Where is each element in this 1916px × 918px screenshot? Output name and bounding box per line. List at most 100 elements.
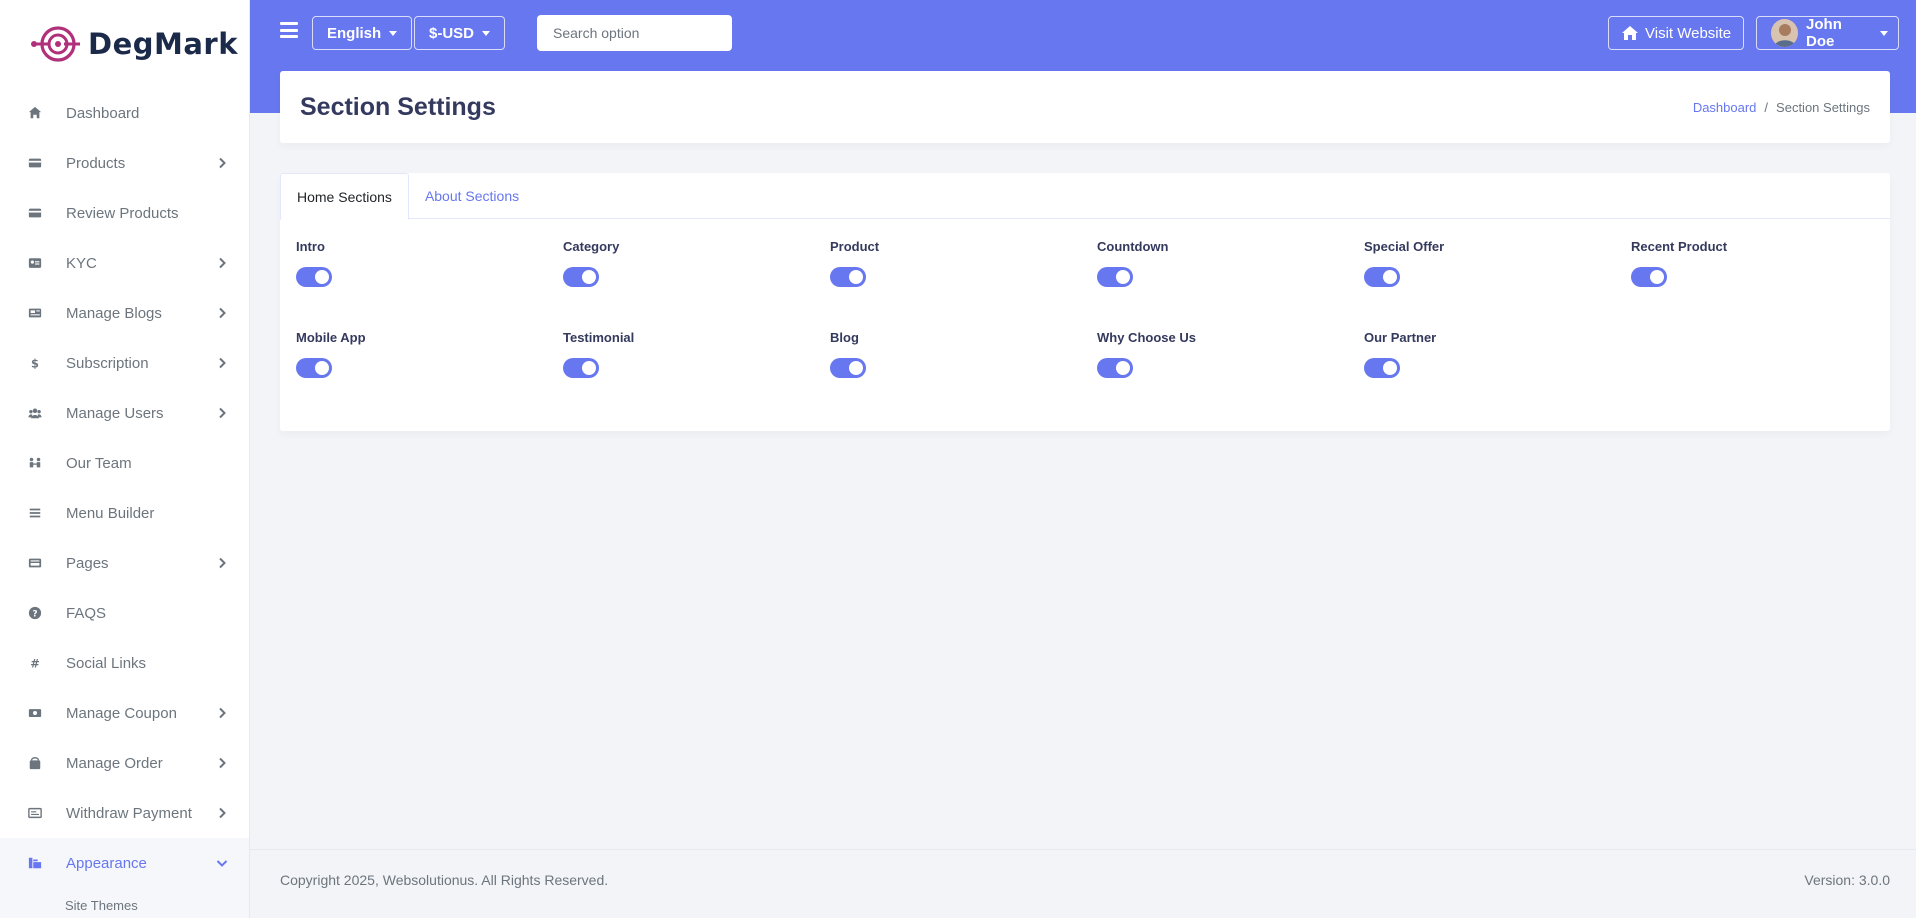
sidebar-item-our-team[interactable]: Our Team: [0, 438, 249, 488]
switch-knob: [315, 361, 329, 375]
sidebar-item-social-links[interactable]: # Social Links: [0, 638, 249, 688]
currency-dropdown[interactable]: $-USD: [414, 16, 506, 50]
visit-website-button[interactable]: Visit Website: [1608, 16, 1745, 50]
sidebar-item-manage-users[interactable]: Manage Users: [0, 388, 249, 438]
sidebar-item-label: Our Team: [66, 454, 132, 472]
section-toggle-label: Our Partner: [1364, 330, 1437, 345]
search-input[interactable]: [537, 15, 732, 51]
switch-knob: [1383, 361, 1397, 375]
visit-website-label: Visit Website: [1645, 24, 1732, 42]
sidebar: DegMark Dashboard Products Review Products…: [0, 0, 250, 918]
sidebar-item-label: Dashboard: [66, 104, 140, 122]
shopping-bag-icon: [27, 755, 43, 771]
chevron-right-icon: [219, 157, 226, 169]
sidebar-item-manage-blogs[interactable]: Manage Blogs: [0, 288, 249, 338]
currency-label: $-USD: [429, 24, 475, 42]
sidebar-item-appearance[interactable]: Appearance: [0, 838, 249, 888]
sidebar-item-withdraw-payment[interactable]: Withdraw Payment: [0, 788, 249, 838]
sidebar-item-manage-order[interactable]: Manage Order: [0, 738, 249, 788]
language-dropdown[interactable]: English: [312, 16, 413, 50]
product-switch[interactable]: [830, 267, 866, 287]
why-choose-us-switch[interactable]: [1097, 358, 1133, 378]
team-icon: [27, 455, 43, 471]
section-toggle-blog: Blog: [830, 330, 866, 378]
intro-switch[interactable]: [296, 267, 332, 287]
breadcrumb-separator: /: [1764, 99, 1769, 115]
sidebar-item-label: Menu Builder: [66, 504, 155, 522]
section-toggle-label: Why Choose Us: [1097, 330, 1196, 345]
breadcrumb: Dashboard / Section Settings: [1693, 100, 1870, 115]
svg-text:#: #: [30, 656, 40, 670]
sidebar-item-subscription[interactable]: $ Subscription: [0, 338, 249, 388]
section-toggle-countdown: Countdown: [1097, 239, 1168, 287]
chevron-right-icon: [219, 807, 226, 819]
sidebar-item-products[interactable]: Products: [0, 138, 249, 188]
switch-knob: [315, 270, 329, 284]
section-toggle-label: Product: [830, 239, 880, 254]
pages-icon: [27, 555, 43, 571]
question-circle-icon: ?: [27, 605, 43, 621]
sidebar-item-dashboard[interactable]: Dashboard: [0, 88, 249, 138]
switch-knob: [849, 361, 863, 375]
switch-knob: [1116, 270, 1130, 284]
sidebar-item-label: FAQS: [66, 604, 107, 622]
user-name: John Doe: [1806, 16, 1842, 50]
section-toggle-label: Special Offer: [1364, 239, 1445, 254]
section-toggle-category: Category: [563, 239, 619, 287]
recent-product-switch[interactable]: [1631, 267, 1667, 287]
section-toggle-special-offer: Special Offer: [1364, 239, 1444, 287]
switch-knob: [582, 361, 596, 375]
mobile-app-switch[interactable]: [296, 358, 332, 378]
user-menu-dropdown[interactable]: John Doe: [1756, 16, 1899, 50]
special-offer-switch[interactable]: [1364, 267, 1400, 287]
section-toggle-label: Recent Product: [1631, 239, 1728, 254]
sidebar-item-label: Products: [66, 154, 126, 172]
logo-icon: [31, 26, 80, 62]
switch-knob: [1116, 361, 1130, 375]
breadcrumb-current: Section Settings: [1776, 99, 1870, 115]
caret-down-icon: [1880, 30, 1888, 36]
switch-knob: [582, 270, 596, 284]
sidebar-nav: Dashboard Products Review Products KYC Manag…: [0, 88, 249, 918]
tab-about-sections[interactable]: About Sections: [409, 173, 535, 219]
language-label: English: [327, 24, 382, 42]
testimonial-switch[interactable]: [563, 358, 599, 378]
sidebar-item-label: Manage Coupon: [66, 704, 177, 722]
brand-logo[interactable]: DegMark: [0, 0, 249, 88]
sidebar-item-review-products[interactable]: Review Products: [0, 188, 249, 238]
chevron-down-icon: [216, 860, 228, 867]
countdown-switch[interactable]: [1097, 267, 1133, 287]
sidebar-item-kyc[interactable]: KYC: [0, 238, 249, 288]
sidebar-item-menu-builder[interactable]: Menu Builder: [0, 488, 249, 538]
tab-home-sections[interactable]: Home Sections: [280, 173, 409, 220]
newspaper-icon: [27, 305, 43, 321]
sidebar-item-faqs[interactable]: ? FAQS: [0, 588, 249, 638]
breadcrumb-dashboard-link[interactable]: Dashboard: [1693, 100, 1757, 115]
sidebar-subitem-site-themes[interactable]: Site Themes: [0, 888, 249, 918]
our-partner-switch[interactable]: [1364, 358, 1400, 378]
sidebar-item-label: Appearance: [66, 854, 147, 872]
section-toggle-our-partner: Our Partner: [1364, 330, 1436, 378]
hashtag-icon: #: [27, 655, 43, 671]
sidebar-item-pages[interactable]: Pages: [0, 538, 249, 588]
switch-knob: [1383, 270, 1397, 284]
section-toggle-label: Mobile App: [296, 330, 366, 345]
menu-toggle-icon[interactable]: [280, 22, 298, 38]
switch-knob: [1650, 270, 1664, 284]
chevron-right-icon: [219, 557, 226, 569]
bars-icon: [27, 505, 43, 521]
chevron-right-icon: [219, 307, 226, 319]
section-tabs: Home Sections About Sections: [280, 173, 1890, 220]
chevron-right-icon: [219, 707, 226, 719]
avatar: [1771, 19, 1799, 47]
section-header: Section Settings Dashboard / Section Setti…: [280, 71, 1890, 143]
blog-switch[interactable]: [830, 358, 866, 378]
sidebar-item-label: Review Products: [66, 204, 179, 222]
credit-card-icon: [27, 205, 43, 221]
category-switch[interactable]: [563, 267, 599, 287]
home-icon: [27, 105, 43, 121]
id-card-icon: [27, 255, 43, 271]
sidebar-item-manage-coupon[interactable]: Manage Coupon: [0, 688, 249, 738]
footer-copyright: Copyright 2025, Websolutionus. All Right…: [280, 872, 609, 888]
section-toggle-label: Testimonial: [563, 330, 635, 345]
